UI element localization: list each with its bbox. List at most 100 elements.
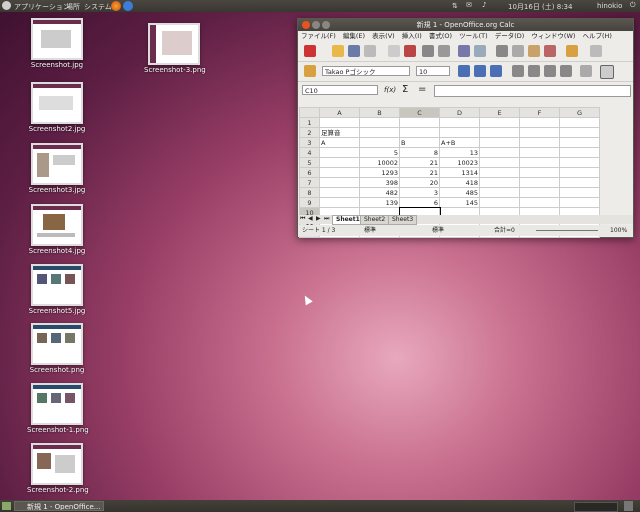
cell[interactable] xyxy=(559,137,600,148)
clock[interactable]: 10月16日 (土) 8:34 xyxy=(508,2,572,12)
menu-file[interactable]: ファイル(F) xyxy=(301,32,336,40)
menu-insert[interactable]: 挿入(I) xyxy=(402,32,422,40)
show-desktop-icon[interactable] xyxy=(2,502,11,510)
cell[interactable]: 10023 xyxy=(439,157,480,168)
power-icon[interactable]: ⏻ xyxy=(630,1,636,10)
edit-icon[interactable] xyxy=(388,45,400,57)
cell[interactable] xyxy=(399,117,440,128)
cell[interactable] xyxy=(479,177,520,188)
cell[interactable] xyxy=(319,187,360,198)
save-icon[interactable] xyxy=(348,45,360,57)
bold-icon[interactable] xyxy=(458,65,470,77)
cut-icon[interactable] xyxy=(496,45,508,57)
desktop-icon[interactable]: Screenshot.jpg xyxy=(27,18,87,69)
status-mode[interactable]: 標準 xyxy=(432,225,444,236)
cell[interactable] xyxy=(479,127,520,138)
menu-format[interactable]: 書式(O) xyxy=(429,32,452,40)
network-icon[interactable]: ⇅ xyxy=(452,2,458,10)
row-header[interactable]: 6 xyxy=(299,167,320,178)
cell[interactable]: 10002 xyxy=(359,157,400,168)
menu-view[interactable]: 表示(V) xyxy=(372,32,395,40)
row-header[interactable]: 5 xyxy=(299,157,320,168)
menu-window[interactable]: ウィンドウ(W) xyxy=(531,32,575,40)
column-header[interactable]: C xyxy=(399,107,440,118)
cell[interactable]: 398 xyxy=(359,177,400,188)
paste-icon[interactable] xyxy=(528,45,540,57)
cell[interactable] xyxy=(479,147,520,158)
minimize-icon[interactable] xyxy=(312,21,320,29)
cell[interactable]: 145 xyxy=(439,197,480,208)
justify-icon[interactable] xyxy=(560,65,572,77)
prev-sheet-icon[interactable]: ◀ xyxy=(308,215,313,222)
cell[interactable] xyxy=(519,187,560,198)
cell[interactable] xyxy=(559,167,600,178)
cell[interactable]: 1314 xyxy=(439,167,480,178)
row-header[interactable]: 9 xyxy=(299,197,320,208)
undo-icon[interactable] xyxy=(566,45,578,57)
row-header[interactable]: 3 xyxy=(299,137,320,148)
sum-button[interactable]: Σ xyxy=(402,84,408,95)
row-header[interactable]: 1 xyxy=(299,117,320,128)
cell[interactable]: 21 xyxy=(399,157,440,168)
row-header[interactable]: 8 xyxy=(299,187,320,198)
preview-icon[interactable] xyxy=(438,45,450,57)
cell[interactable] xyxy=(519,117,560,128)
desktop-icon[interactable]: Screenshot-3.png xyxy=(144,23,206,74)
desktop-icon[interactable]: Screenshot2.jpg xyxy=(27,82,87,133)
cell[interactable]: 3 xyxy=(399,187,440,198)
cell[interactable]: A xyxy=(319,137,360,148)
column-header[interactable]: D xyxy=(439,107,480,118)
cell[interactable] xyxy=(519,147,560,158)
menu-system[interactable]: システム xyxy=(84,2,112,12)
cell[interactable] xyxy=(559,117,600,128)
redo-icon[interactable] xyxy=(590,45,602,57)
tab-sheet1[interactable]: Sheet1 xyxy=(332,215,364,225)
italic-icon[interactable] xyxy=(474,65,486,77)
print-icon[interactable] xyxy=(422,45,434,57)
desktop-icon[interactable]: Screenshot3.jpg xyxy=(27,143,87,194)
cell[interactable] xyxy=(319,177,360,188)
align-left-icon[interactable] xyxy=(512,65,524,77)
user-menu[interactable]: hinokio xyxy=(597,2,622,10)
cell[interactable] xyxy=(479,137,520,148)
align-center-icon[interactable] xyxy=(528,65,540,77)
zoom-slider[interactable] xyxy=(536,230,598,231)
cell[interactable] xyxy=(559,197,600,208)
cell[interactable]: B xyxy=(399,137,440,148)
merge-icon[interactable] xyxy=(580,65,592,77)
spellcheck-icon[interactable] xyxy=(458,45,470,57)
status-zoom[interactable]: 100% xyxy=(610,225,627,236)
cell[interactable] xyxy=(319,117,360,128)
cell[interactable]: 6 xyxy=(399,197,440,208)
open-icon[interactable] xyxy=(332,45,344,57)
row-header[interactable]: 2 xyxy=(299,127,320,138)
font-name-select[interactable]: Takao Pゴシック xyxy=(322,66,410,76)
formula-input[interactable] xyxy=(434,85,631,97)
trash-icon[interactable] xyxy=(624,501,633,511)
column-header[interactable]: B xyxy=(359,107,400,118)
cell[interactable] xyxy=(479,197,520,208)
desktop-icon[interactable]: Screenshot5.jpg xyxy=(27,264,87,315)
cell[interactable] xyxy=(439,117,480,128)
cell[interactable] xyxy=(519,157,560,168)
taskbar-item-calc[interactable]: 新規 1 - OpenOffice... xyxy=(14,501,104,511)
cell[interactable] xyxy=(319,147,360,158)
name-box[interactable]: C10 xyxy=(302,85,378,95)
cell[interactable] xyxy=(479,157,520,168)
new-icon[interactable] xyxy=(304,45,316,57)
styles-icon[interactable] xyxy=(304,65,316,77)
cell[interactable] xyxy=(479,167,520,178)
cell[interactable] xyxy=(519,127,560,138)
first-sheet-icon[interactable]: ⏮ xyxy=(300,215,305,223)
cell[interactable] xyxy=(559,157,600,168)
menu-data[interactable]: データ(D) xyxy=(495,32,525,40)
cell[interactable]: 1293 xyxy=(359,167,400,178)
menu-tools[interactable]: ツール(T) xyxy=(459,32,488,40)
maximize-icon[interactable] xyxy=(322,21,330,29)
last-sheet-icon[interactable]: ⏭ xyxy=(324,215,329,223)
cell[interactable] xyxy=(519,137,560,148)
cell[interactable]: 20 xyxy=(399,177,440,188)
cell[interactable]: 482 xyxy=(359,187,400,198)
cell[interactable] xyxy=(319,167,360,178)
cell[interactable] xyxy=(439,127,480,138)
